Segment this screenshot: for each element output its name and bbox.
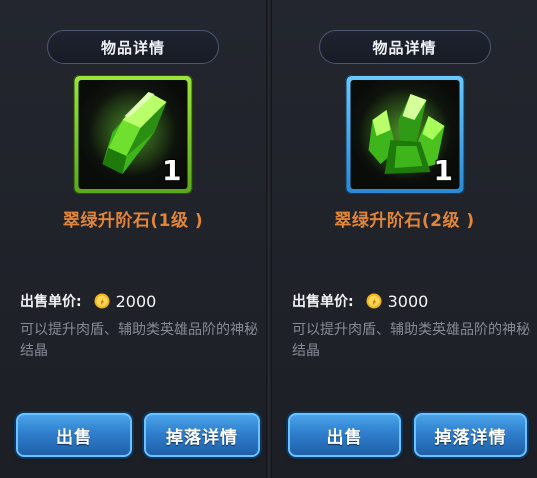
gold-coin-icon [366,293,382,309]
item-name: 翠绿升阶石(2级 ) [334,211,475,231]
panel-title: 物品详情 [47,30,219,64]
item-quantity: 1 [433,154,453,187]
price-row: 出售单价: 3000 [292,291,428,311]
item-detail-panel: 物品详情 1 翠绿升阶石(2级) 出售单价: 3000 可以提升肉盾、辅助类英… [272,0,537,478]
item-image: 1 [350,80,459,189]
drop-details-button[interactable]: 掉落详情 [144,413,260,457]
item-quantity: 1 [162,154,182,187]
price-label: 出售单价: [292,294,354,310]
item-name: 翠绿升阶石(1级 ) [62,211,204,231]
price-value: 2000 [115,291,157,311]
panel-title: 物品详情 [318,30,491,64]
sell-button[interactable]: 出售 [16,413,132,457]
item-description: 可以提升肉盾、辅助类英雄品阶的神秘结晶 [292,322,530,359]
price-row: 出售单价: 2000 [20,291,156,311]
price-value: 3000 [387,291,429,311]
price-label: 出售单价: [20,294,82,310]
item-detail-panel: 物品详情 1 翠绿升阶石(1级 ) 出售单价: 2000 可以提升肉盾、辅助类英… [0,0,266,478]
item-description: 可以提升肉盾、辅助类英雄品阶的神秘结晶 [20,322,258,359]
gold-coin-icon [94,293,110,309]
item-slot[interactable]: 1 [345,75,464,194]
item-image: 1 [78,80,188,189]
sell-button[interactable]: 出售 [288,413,401,457]
drop-details-button[interactable]: 掉落详情 [414,413,527,457]
item-slot[interactable]: 1 [73,75,193,194]
